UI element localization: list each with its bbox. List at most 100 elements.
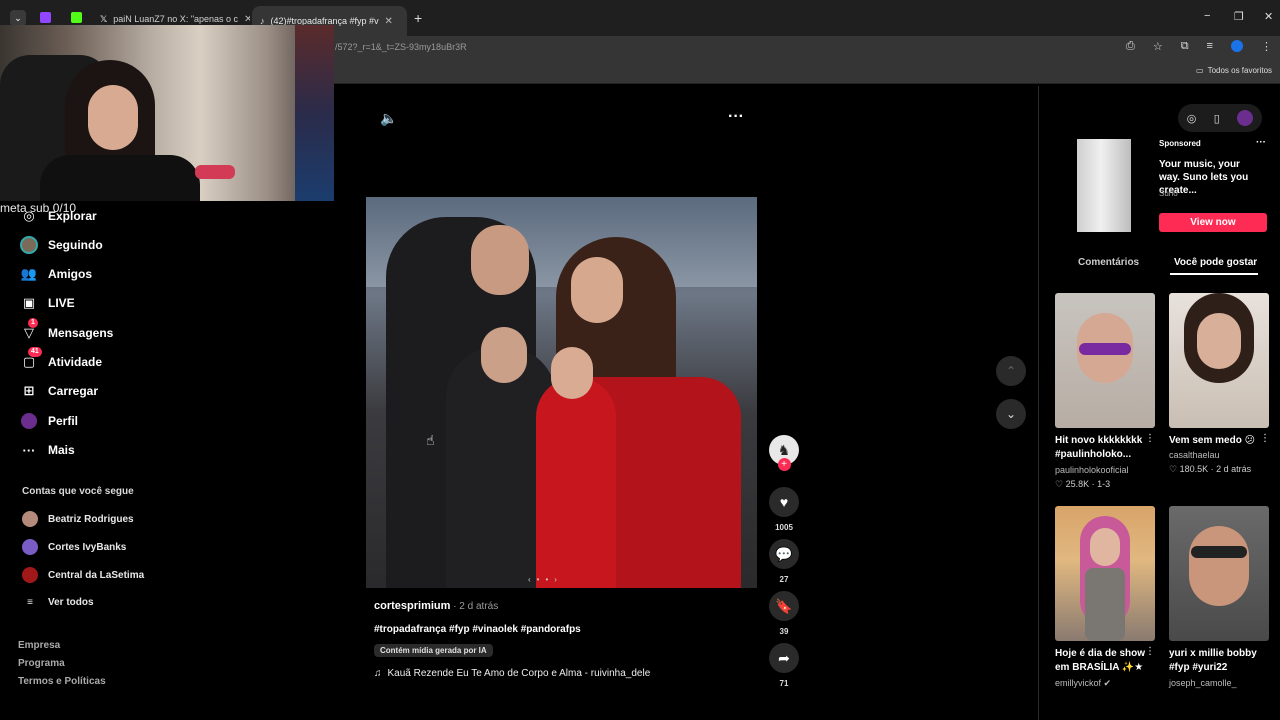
messages-badge: 1	[28, 318, 38, 328]
tab-comentarios[interactable]: Comentários	[1078, 257, 1139, 268]
carousel-dots[interactable]: ‹ • • ›	[528, 575, 557, 584]
creator-avatar-button[interactable]: ♞ +	[768, 435, 800, 471]
suggested-video-author[interactable]: paulinholokooficial	[1055, 465, 1129, 475]
pc-lights	[295, 25, 334, 201]
suggested-video-title[interactable]: Vem sem medo 😕	[1169, 434, 1269, 448]
suggested-video-thumbnail[interactable]	[1055, 293, 1155, 428]
ad-brand: Suno	[1159, 189, 1178, 198]
close-window-icon[interactable]: ✕	[1264, 10, 1273, 23]
person-face	[1090, 528, 1120, 566]
new-tab-icon[interactable]: +	[414, 10, 422, 26]
post-time: · 2 d atrás	[450, 601, 499, 612]
heart-icon[interactable]: ♥	[769, 487, 799, 517]
nav-perfil[interactable]: Perfil	[20, 411, 78, 431]
sunglasses	[1079, 343, 1131, 355]
suggested-video-author[interactable]: casalthaelau	[1169, 450, 1220, 460]
menu-dots-icon[interactable]: ⋮	[1261, 40, 1272, 53]
previous-video-button[interactable]: ⌃	[996, 356, 1026, 386]
minimize-icon[interactable]: −	[1204, 10, 1210, 22]
close-tab-icon[interactable]: ✕	[244, 14, 250, 25]
following-account[interactable]: Cortes IvyBanks	[22, 539, 126, 555]
x-icon: 𝕏	[100, 13, 108, 24]
suggested-video-title[interactable]: Hit novo kkkkkkkk #paulinholoko...	[1055, 434, 1155, 462]
more-options-icon[interactable]: ···	[728, 108, 744, 126]
nav-atividade[interactable]: ▢ 41 Atividade	[20, 347, 103, 372]
activity-icon: ▢ 41	[20, 347, 42, 371]
next-arrow-icon[interactable]: ›	[554, 575, 557, 584]
tab-voce-pode-gostar[interactable]: Você pode gostar	[1174, 257, 1257, 268]
card-more-icon[interactable]: ⋮	[1145, 646, 1155, 657]
device-icon[interactable]: ▯	[1214, 112, 1220, 125]
woman-face	[571, 257, 623, 323]
bookmark-icon[interactable]: 🔖	[769, 591, 799, 621]
save-count: 39	[779, 627, 789, 636]
music-title[interactable]: Kauã Rezende Eu Te Amo de Corpo e Alma -…	[388, 668, 651, 679]
media-icon[interactable]: ≡	[1207, 40, 1213, 53]
kick-icon[interactable]	[71, 12, 82, 23]
suggested-video-author[interactable]: emillyvickof ✔	[1055, 678, 1111, 689]
card-more-icon[interactable]: ⋮	[1260, 433, 1270, 444]
save-button[interactable]: 🔖 39	[768, 591, 800, 636]
coin-icon[interactable]: ◎	[1187, 112, 1197, 125]
footer-termos[interactable]: Termos e Políticas	[18, 676, 106, 687]
comment-count: 27	[779, 575, 789, 584]
comment-button[interactable]: 💬 27	[768, 539, 800, 584]
star-icon[interactable]: ☆	[1153, 40, 1163, 53]
nav-explorar[interactable]: ◎ Explorar	[20, 206, 97, 226]
footer-programa[interactable]: Programa	[18, 658, 65, 669]
maximize-icon[interactable]: ❐	[1234, 10, 1244, 23]
nav-label: Atividade	[48, 355, 103, 369]
tab-label: paiN LuanZ7 no X: "apenas o c	[113, 14, 239, 24]
nav-live[interactable]: ▣ LIVE	[20, 293, 75, 313]
close-tab-icon[interactable]: ✕	[385, 16, 393, 27]
install-app-icon[interactable]: ⎙	[1126, 40, 1135, 53]
see-all-link[interactable]: ≡ Ver todos	[22, 597, 94, 608]
profile-avatar-icon[interactable]	[1230, 40, 1243, 52]
boy-face	[481, 327, 527, 383]
url-text[interactable]: /572?_r=1&_t=ZS-93my18uBr3R	[335, 42, 467, 52]
ad-thumbnail[interactable]	[1077, 139, 1131, 232]
nav-amigos[interactable]: 👥 Amigos	[20, 264, 92, 284]
music-info[interactable]: ♫ Kauã Rezende Eu Te Amo de Corpo e Alma…	[374, 668, 650, 679]
user-avatar-icon[interactable]	[1237, 110, 1254, 126]
live-icon: ▣	[22, 295, 36, 310]
share-button[interactable]: ➦ 71	[768, 643, 800, 688]
tab-list-icon[interactable]: ⌄	[10, 10, 26, 26]
volume-icon[interactable]: 🔈	[380, 110, 397, 127]
suggested-video-thumbnail[interactable]	[1055, 506, 1155, 641]
following-account[interactable]: Beatriz Rodrigues	[22, 511, 134, 527]
avatar	[22, 567, 38, 583]
nav-carregar[interactable]: ⊞ Carregar	[20, 381, 98, 401]
person-face	[1189, 526, 1249, 606]
next-video-button[interactable]: ⌄	[996, 399, 1026, 429]
video-photo[interactable]: ‹ • • ›	[366, 197, 757, 588]
follow-plus-icon[interactable]: +	[777, 458, 791, 471]
comment-icon[interactable]: 💬	[769, 539, 799, 569]
twitch-icon[interactable]	[40, 12, 51, 23]
video-author[interactable]: cortesprimium · 2 d atrás	[374, 600, 498, 612]
nav-mensagens[interactable]: ▽ 1 Mensagens	[20, 318, 113, 343]
prev-arrow-icon[interactable]: ‹	[528, 575, 531, 584]
footer-empresa[interactable]: Empresa	[18, 640, 60, 651]
extensions-icon[interactable]: ⧉	[1181, 40, 1189, 53]
microphone	[195, 165, 235, 179]
nav-mais[interactable]: ··· Mais	[20, 440, 75, 460]
nav-seguindo[interactable]: Seguindo	[20, 235, 103, 255]
suggested-video-author[interactable]: joseph_camolle_	[1169, 678, 1237, 688]
nav-label: Explorar	[48, 209, 97, 223]
suggested-video-title[interactable]: yuri x millie bobby #fyp #yuri22	[1169, 647, 1269, 675]
author-name[interactable]: cortesprimium	[374, 600, 450, 612]
account-name: Central da LaSetima	[48, 569, 145, 581]
view-now-button[interactable]: View now	[1159, 213, 1267, 232]
video-hashtags[interactable]: #tropadafrança #fyp #vinaolek #pandorafp…	[374, 624, 581, 635]
ad-more-icon[interactable]: ···	[1256, 137, 1266, 148]
card-more-icon[interactable]: ⋮	[1145, 433, 1155, 444]
suggested-video-thumbnail[interactable]	[1169, 506, 1269, 641]
suggested-video-title[interactable]: Hoje é dia de show em BRASÍLIA ✨★	[1055, 647, 1155, 675]
all-bookmarks[interactable]: ▭ Todos os favoritos	[1196, 66, 1272, 75]
share-count: 71	[779, 679, 789, 688]
like-button[interactable]: ♥ 1005	[768, 487, 800, 532]
share-icon[interactable]: ➦	[769, 643, 799, 673]
suggested-video-thumbnail[interactable]	[1169, 293, 1269, 428]
following-account[interactable]: Central da LaSetima	[22, 567, 144, 583]
